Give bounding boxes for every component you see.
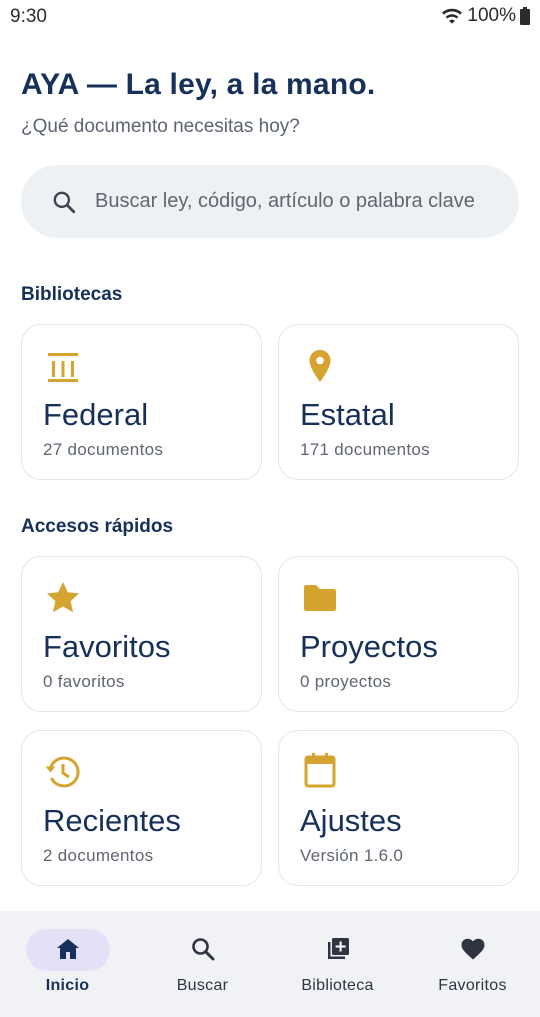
card-subtitle: 27 documentos — [43, 440, 164, 459]
history-icon — [45, 756, 80, 788]
status-time: 9:30 — [10, 6, 47, 27]
heart-icon — [461, 938, 485, 960]
card-title: Estatal — [300, 397, 395, 432]
page-subtitle: ¿Qué documento necesitas hoy? — [21, 116, 300, 137]
section-label-accesos-rapidos: Accesos rápidos — [21, 516, 174, 537]
battery-icon — [520, 7, 530, 25]
calendar-icon — [304, 753, 336, 788]
nav-item-favoritos[interactable]: Favoritos — [405, 911, 540, 1017]
folder-icon — [304, 585, 336, 611]
card-federal[interactable]: Federal 27 documentos — [21, 324, 262, 480]
card-proyectos[interactable]: Proyectos 0 proyectos — [278, 556, 519, 712]
card-subtitle: Versión 1.6.0 — [300, 846, 404, 865]
nav-label: Biblioteca — [301, 977, 374, 994]
bottom-navigation: Inicio Buscar Biblioteca Favoritos — [0, 911, 540, 1017]
search-icon — [53, 191, 76, 214]
wifi-icon — [442, 8, 463, 24]
status-right: 100% — [441, 5, 530, 27]
nav-item-inicio[interactable]: Inicio — [0, 911, 135, 1017]
section-label-bibliotecas: Bibliotecas — [21, 284, 123, 305]
card-title: Proyectos — [300, 629, 438, 664]
nav-label: Favoritos — [438, 977, 507, 994]
search-icon — [192, 938, 215, 961]
library-add-icon — [328, 938, 349, 959]
card-subtitle: 0 proyectos — [300, 672, 392, 691]
card-title: Favoritos — [43, 629, 171, 664]
card-subtitle: 0 favoritos — [43, 672, 125, 691]
nav-item-buscar[interactable]: Buscar — [135, 911, 270, 1017]
nav-label: Buscar — [176, 977, 229, 994]
card-ajustes[interactable]: Ajustes Versión 1.6.0 — [278, 730, 519, 886]
card-subtitle: 171 documentos — [300, 440, 430, 459]
card-subtitle: 2 documentos — [43, 846, 154, 865]
search-placeholder: Buscar ley, código, artículo o palabra c… — [95, 190, 475, 212]
battery-percentage: 100% — [467, 5, 516, 26]
building-columns-icon — [48, 353, 78, 382]
card-favoritos[interactable]: Favoritos 0 favoritos — [21, 556, 262, 712]
card-recientes[interactable]: Recientes 2 documentos — [21, 730, 262, 886]
search-input[interactable]: Buscar ley, código, artículo o palabra c… — [21, 165, 519, 238]
status-bar: 9:30 100% — [0, 0, 540, 34]
star-icon — [47, 582, 79, 613]
card-title: Federal — [43, 397, 149, 432]
card-estatal[interactable]: Estatal 171 documentos — [278, 324, 519, 480]
home-icon — [57, 939, 79, 959]
nav-item-biblioteca[interactable]: Biblioteca — [270, 911, 405, 1017]
card-title: Ajustes — [300, 803, 402, 838]
location-pin-icon — [309, 350, 331, 382]
page-title: AYA — La ley, a la mano. — [21, 68, 376, 101]
card-title: Recientes — [43, 803, 181, 838]
nav-label: Inicio — [45, 977, 90, 994]
